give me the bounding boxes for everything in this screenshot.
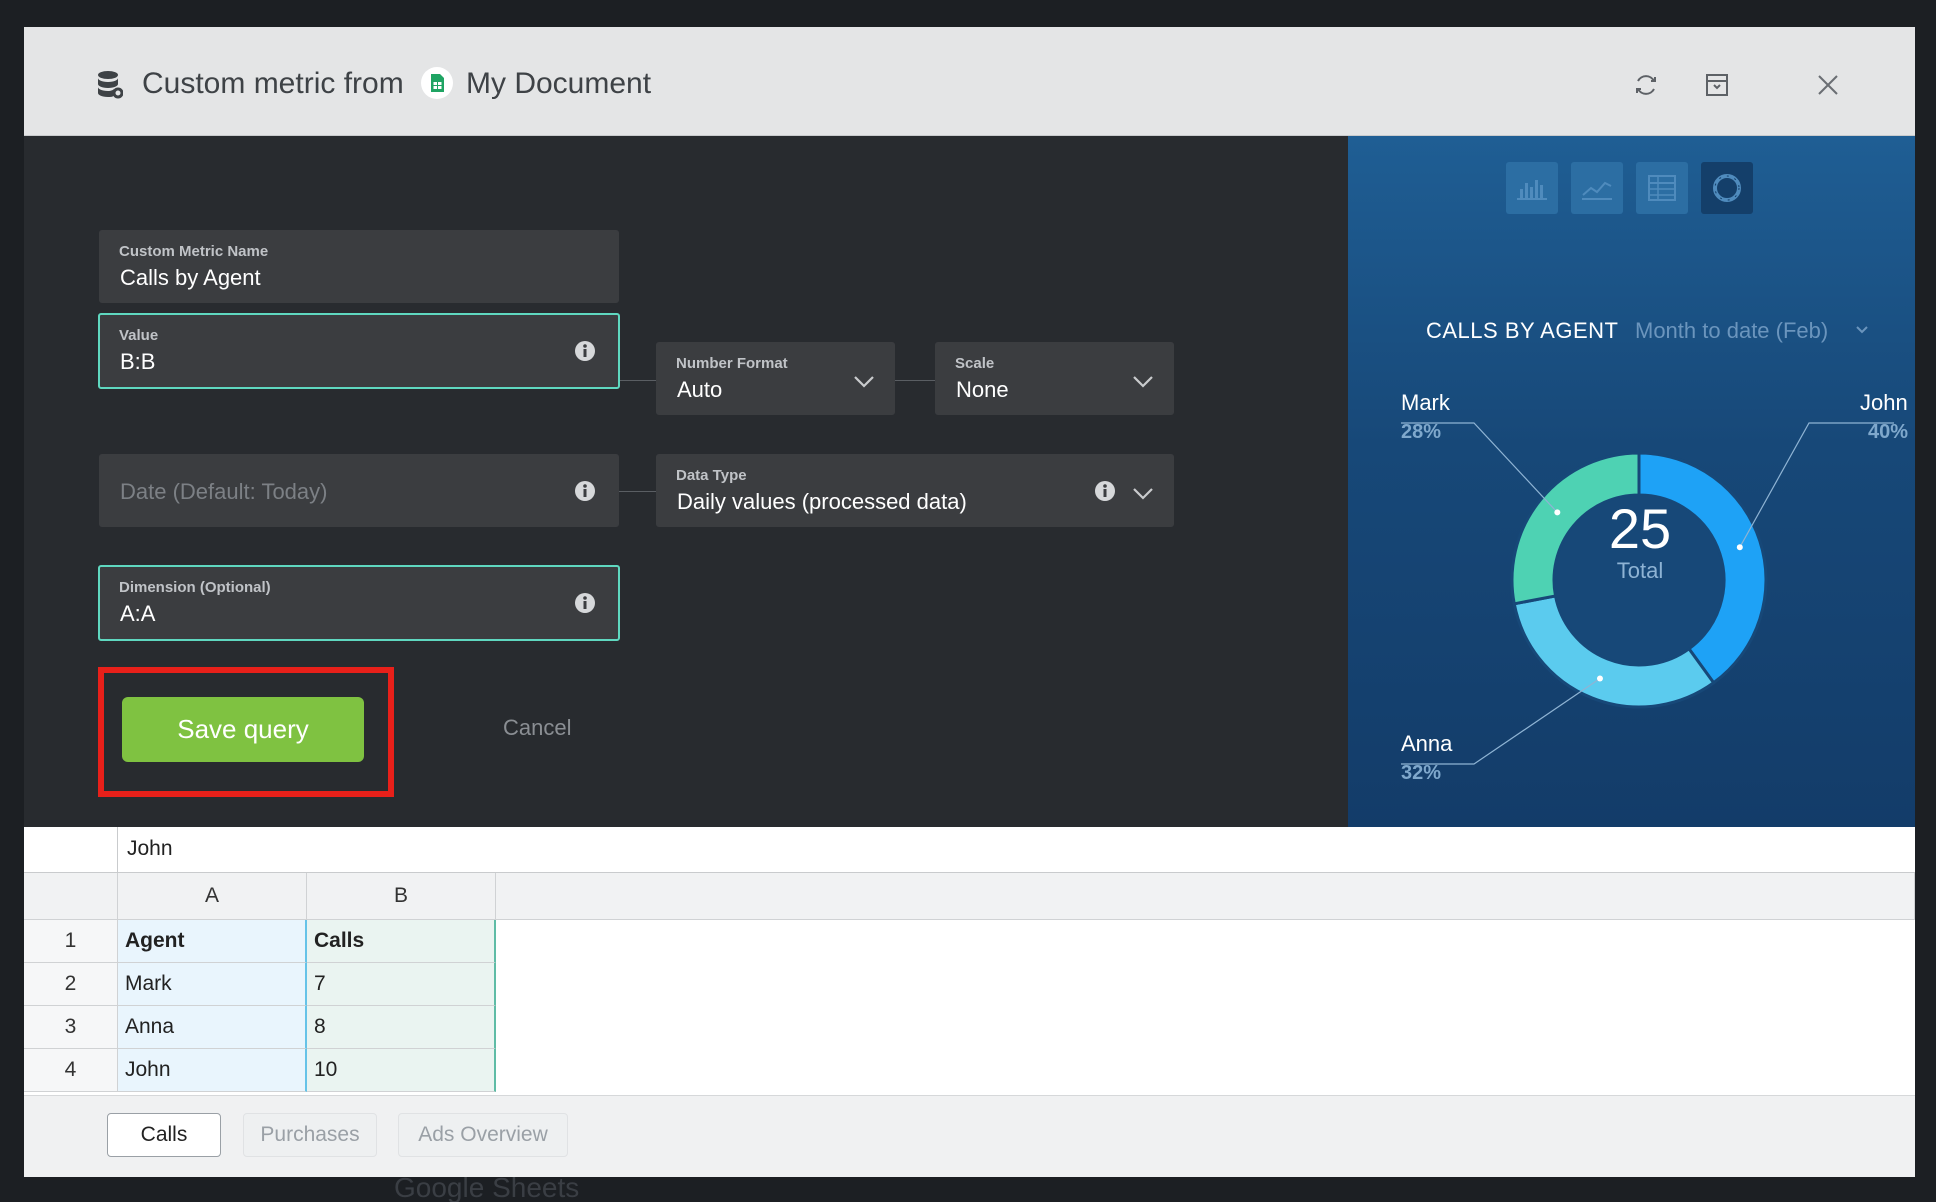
google-sheets-icon (421, 67, 453, 99)
value-field[interactable]: Value B:B (98, 313, 620, 389)
row-number[interactable]: 2 (24, 963, 118, 1006)
cell-b3[interactable]: 8 (307, 1006, 496, 1049)
dialog-title: Custom metric from (142, 67, 404, 100)
label-name-john: John (1860, 390, 1908, 415)
scale-select[interactable]: Scale None (935, 342, 1174, 415)
scale-value: None (956, 377, 1009, 402)
metric-name-label: Custom Metric Name (119, 243, 269, 260)
cell-a1[interactable]: Agent (118, 920, 307, 963)
info-icon[interactable] (574, 340, 596, 362)
cell-a2[interactable]: Mark (118, 963, 307, 1006)
data-type-label: Data Type (676, 467, 747, 484)
cell-b4[interactable]: 10 (307, 1049, 496, 1092)
document-name[interactable]: My Document (466, 67, 651, 101)
connector-line (619, 491, 656, 492)
label-pct-anna: 32% (1401, 762, 1442, 784)
chevron-down-icon (1133, 376, 1153, 388)
sheet-tab-purchases[interactable]: Purchases (243, 1113, 377, 1157)
date-placeholder: Date (Default: Today) (120, 479, 328, 504)
scale-label: Scale (955, 355, 995, 372)
chart-preview-panel: CALLS BY AGENT Month to date (Feb) 25 To… (1348, 136, 1915, 827)
archive-button[interactable] (1699, 67, 1735, 103)
info-icon[interactable] (574, 592, 596, 614)
corner-cell[interactable] (24, 873, 118, 920)
label-pct-mark: 28% (1401, 421, 1442, 443)
donut-chart (1401, 422, 1894, 765)
cell-b1[interactable]: Calls (307, 920, 496, 963)
number-format-select[interactable]: Number Format Auto (656, 342, 895, 415)
dimension-label: Dimension (Optional) (119, 579, 271, 596)
dialog-header: Custom metric from My Document (24, 27, 1915, 136)
connector-line (895, 380, 935, 381)
label-pct-john: 40% (1868, 421, 1909, 443)
donut-center-value: 25 (1608, 497, 1672, 560)
sheet-tab-calls[interactable]: Calls (107, 1113, 221, 1157)
donut-center-label: Total (1616, 558, 1664, 583)
leader-dot-anna (1596, 675, 1603, 682)
data-type-select[interactable]: Data Type Daily values (processed data) (656, 454, 1174, 527)
leader-dot-john (1736, 544, 1743, 551)
row-number[interactable]: 1 (24, 920, 118, 963)
chevron-down-icon (1133, 488, 1153, 500)
label-name-mark: Mark (1401, 390, 1450, 415)
sheet-tabs-bar: Calls Purchases Ads Overview (24, 1095, 1915, 1177)
cell-b2[interactable]: 7 (307, 963, 496, 1006)
date-field[interactable]: Date (Default: Today) (99, 454, 619, 527)
formula-bar-divider (117, 827, 118, 873)
refresh-button[interactable] (1628, 67, 1664, 103)
database-settings-icon (98, 71, 123, 99)
highlight-annotation (98, 667, 394, 797)
close-button[interactable] (1810, 67, 1846, 103)
row-number[interactable]: 3 (24, 1006, 118, 1049)
cell-a3[interactable]: Anna (118, 1006, 307, 1049)
data-type-value: Daily values (processed data) (677, 489, 967, 514)
close-icon (1818, 75, 1838, 95)
value-input: B:B (120, 349, 156, 374)
cancel-button[interactable]: Cancel (503, 715, 571, 741)
label-name-anna: Anna (1401, 731, 1453, 756)
row-number[interactable]: 4 (24, 1049, 118, 1092)
spreadsheet-preview: John A B 1 Agent Calls 2 Mark 7 3 Anna 8… (24, 827, 1915, 1095)
info-icon[interactable] (574, 480, 596, 502)
chevron-down-icon (854, 376, 874, 388)
formula-bar: John (24, 827, 1915, 873)
metric-name-value: Calls by Agent (120, 265, 261, 290)
query-form: Custom Metric Name Calls by Agent Value … (24, 136, 1348, 827)
leader-dot-mark (1554, 509, 1561, 516)
archive-icon (1706, 74, 1728, 96)
refresh-icon (1636, 75, 1656, 95)
connector-line (620, 380, 656, 381)
dimension-field[interactable]: Dimension (Optional) A:A (98, 565, 620, 641)
value-label: Value (119, 327, 159, 344)
info-icon[interactable] (1094, 480, 1116, 502)
number-format-value: Auto (677, 377, 723, 402)
sheet-tab-ads-overview[interactable]: Ads Overview (398, 1113, 568, 1157)
column-header-empty (496, 873, 1915, 920)
custom-metric-dialog: Custom metric from My Document Custom Me… (24, 27, 1915, 1177)
number-format-label: Number Format (676, 355, 788, 372)
cell-a4[interactable]: John (118, 1049, 307, 1092)
formula-value[interactable]: John (127, 837, 173, 861)
dimension-value: A:A (120, 601, 156, 626)
column-header-b[interactable]: B (307, 873, 496, 920)
metric-name-field[interactable]: Custom Metric Name Calls by Agent (99, 230, 619, 303)
column-header-a[interactable]: A (118, 873, 307, 920)
